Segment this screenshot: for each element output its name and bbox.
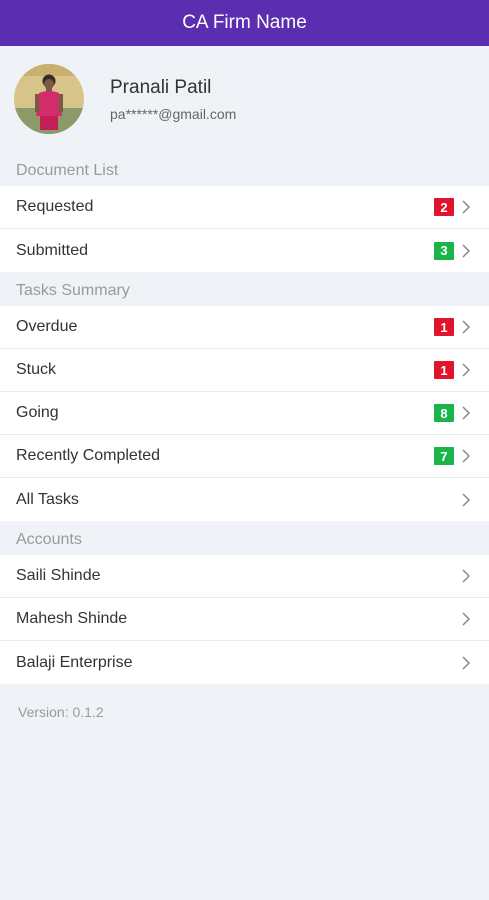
accounts-list: Saili Shinde Mahesh Shinde Balaji Enterp…: [0, 555, 489, 684]
profile-name: Pranali Patil: [110, 76, 212, 98]
count-badge: 3: [434, 241, 454, 260]
chevron-right-icon: [462, 569, 471, 583]
list-item-going[interactable]: Going 8: [0, 392, 489, 435]
row-label: Overdue: [16, 318, 78, 335]
count-badge: 8: [434, 404, 454, 422]
row-label: Saili Shinde: [16, 567, 101, 584]
row-label: Mahesh Shinde: [16, 610, 128, 627]
list-item-stuck[interactable]: Stuck 1: [0, 349, 489, 392]
list-item-recently-completed[interactable]: Recently Completed 7: [0, 435, 489, 478]
section-title-accounts: Accounts: [16, 531, 82, 548]
chevron-right-icon: [462, 655, 471, 670]
count-badge: 1: [434, 361, 454, 379]
chevron-right-icon: [462, 363, 471, 377]
list-item-account[interactable]: Saili Shinde: [0, 555, 489, 598]
chevron-right-icon: [462, 492, 471, 507]
chevron-right-icon: [462, 200, 471, 214]
avatar: [14, 64, 84, 134]
row-label: Requested: [16, 198, 94, 215]
count-badge: 2: [434, 198, 454, 216]
chevron-right-icon: [462, 612, 471, 626]
list-item-overdue[interactable]: Overdue 1: [0, 306, 489, 349]
chevron-right-icon: [462, 449, 471, 463]
tasks-list: Overdue 1 Stuck 1 Going 8 Recently Compl…: [0, 306, 489, 521]
row-label: Submitted: [16, 241, 89, 259]
chevron-right-icon: [462, 406, 471, 420]
row-label: Recently Completed: [16, 447, 161, 464]
profile-email: pa******@gmail.com: [110, 105, 237, 122]
app-header: CA Firm Name: [0, 0, 489, 46]
profile-card[interactable]: Pranali Patil pa******@gmail.com: [0, 46, 489, 152]
version-text: Version: 0.1.2: [18, 704, 104, 720]
list-item-submitted[interactable]: Submitted 3: [0, 229, 489, 272]
row-label: Going: [16, 404, 59, 421]
section-title-documents: Document List: [16, 162, 119, 179]
page-title: CA Firm Name: [182, 12, 307, 33]
chevron-right-icon: [462, 243, 471, 258]
list-item-requested[interactable]: Requested 2: [0, 186, 489, 229]
row-label: Balaji Enterprise: [16, 653, 133, 671]
section-title-tasks: Tasks Summary: [16, 282, 130, 299]
row-label: Stuck: [16, 361, 57, 378]
list-item-all-tasks[interactable]: All Tasks: [0, 478, 489, 521]
document-list: Requested 2 Submitted 3: [0, 186, 489, 272]
chevron-right-icon: [462, 320, 471, 334]
list-item-account[interactable]: Balaji Enterprise: [0, 641, 489, 684]
row-label: All Tasks: [16, 490, 79, 508]
count-badge: 7: [434, 447, 454, 465]
list-item-account[interactable]: Mahesh Shinde: [0, 598, 489, 641]
count-badge: 1: [434, 318, 454, 336]
